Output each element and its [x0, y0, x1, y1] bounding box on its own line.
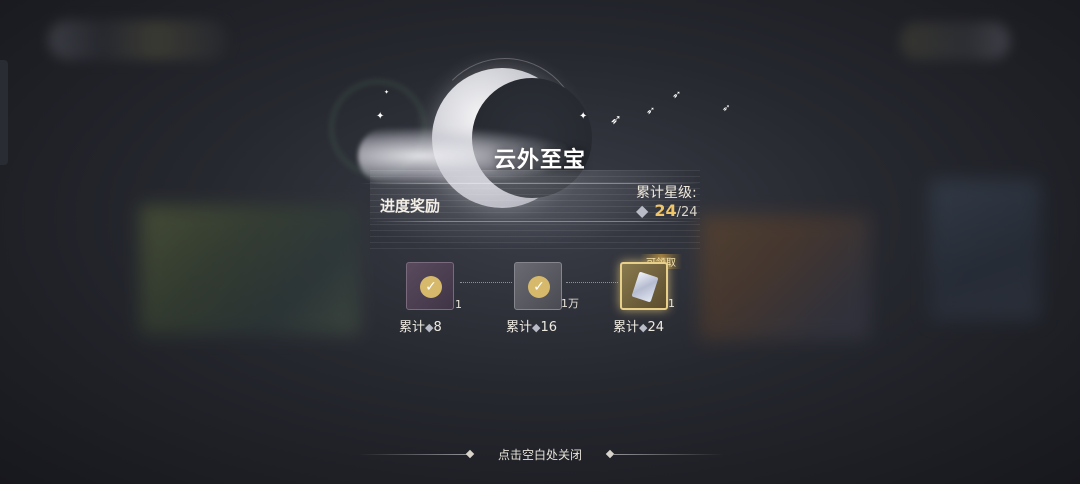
- reward-quantity: 1万: [561, 297, 579, 310]
- requirement-prefix: 累计: [399, 320, 426, 335]
- bird-icon: ➶: [672, 88, 682, 101]
- progress-connector: [460, 282, 512, 283]
- requirement-value: 24: [647, 320, 665, 335]
- background-card-right: [700, 215, 870, 340]
- total-stars-label: 累计星级:: [636, 185, 697, 201]
- stars-total: /24: [676, 205, 698, 220]
- reward-quantity: 1: [455, 298, 462, 311]
- close-hint[interactable]: 点击空白处关闭: [0, 446, 1080, 463]
- side-edge-tab: [0, 60, 8, 165]
- background-card-far-right: [930, 180, 1040, 320]
- requirement-prefix: 累计: [613, 320, 640, 335]
- hint-line-right: [614, 454, 724, 455]
- section-title: 进度奖励: [380, 197, 441, 215]
- reward-node-2[interactable]: ✓ 1万: [514, 262, 579, 310]
- sparkle-icon: ✦: [376, 111, 385, 122]
- requirement-prefix: 累计: [506, 320, 533, 335]
- requirement-value: 8: [433, 320, 442, 335]
- diamond-star-icon: ◆: [636, 201, 649, 220]
- divider-line: [370, 221, 700, 222]
- sparkle-icon: ✦: [384, 89, 390, 96]
- stars-current: 24: [654, 201, 677, 220]
- reward-requirement-3: 累计◆24: [613, 316, 664, 335]
- bird-icon: ➶: [722, 103, 731, 114]
- reward-quantity: 1: [668, 297, 675, 310]
- progress-connector: [566, 282, 618, 283]
- reward-requirement-2: 累计◆16: [506, 316, 557, 335]
- requirement-value: 16: [540, 320, 558, 335]
- total-stars-count: ◆ 24/24: [636, 201, 698, 220]
- background-top-left-blur: [48, 20, 228, 60]
- bird-icon: ➶: [646, 104, 656, 117]
- crystal-card-icon: [631, 271, 659, 303]
- reward-node-3[interactable]: 1: [620, 262, 675, 310]
- background-card-left: [140, 205, 360, 335]
- bird-icon: ➶: [610, 112, 622, 128]
- background-top-right-blur: [900, 22, 1010, 60]
- reward-node-1[interactable]: ✓ 1: [406, 262, 462, 311]
- sparkle-icon: ✦: [579, 111, 588, 122]
- reward-requirement-1: 累计◆8: [399, 316, 442, 335]
- check-icon: ✓: [420, 276, 442, 298]
- panel-title: 云外至宝: [493, 148, 586, 173]
- check-icon: ✓: [528, 276, 550, 298]
